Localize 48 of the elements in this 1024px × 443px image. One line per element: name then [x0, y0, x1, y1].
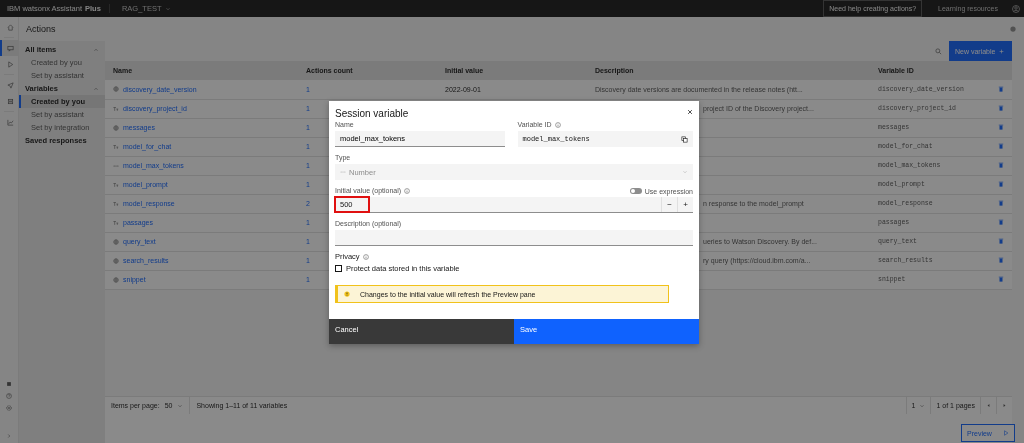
stack-icon	[6, 97, 14, 105]
description-field[interactable]	[335, 230, 693, 246]
text-type-icon	[113, 181, 119, 188]
warning-icon	[344, 291, 350, 297]
help-icon[interactable]	[6, 393, 12, 399]
play-icon	[1003, 430, 1009, 436]
trash-icon[interactable]	[998, 85, 1004, 92]
increment-button[interactable]: +	[677, 197, 693, 212]
info-icon	[404, 188, 411, 194]
text-type-icon	[113, 219, 119, 226]
trash-icon[interactable]	[998, 143, 1004, 149]
chevron-down-icon	[177, 402, 184, 409]
trash-icon[interactable]	[998, 257, 1004, 263]
checkbox[interactable]	[335, 265, 342, 272]
info-icon	[554, 122, 561, 128]
info-icon	[362, 254, 369, 260]
trash-icon[interactable]	[998, 276, 1004, 282]
text-type-icon	[113, 105, 119, 112]
chevron-down-icon	[682, 169, 688, 175]
text-type-icon	[113, 143, 119, 150]
user-icon[interactable]	[1012, 4, 1020, 13]
decrement-button[interactable]: −	[661, 197, 677, 212]
text-type-icon	[113, 200, 119, 207]
trash-icon[interactable]	[998, 181, 1004, 187]
plus-icon	[999, 48, 1004, 54]
rail-button[interactable]	[0, 40, 18, 56]
play-icon	[6, 60, 14, 68]
chart-icon	[6, 118, 14, 126]
trash-icon[interactable]	[998, 124, 1004, 130]
copy-icon[interactable]	[681, 135, 688, 143]
chat-icon	[6, 44, 14, 52]
search-icon[interactable]	[935, 47, 942, 55]
modal-title: Session variable	[335, 108, 409, 119]
trash-icon[interactable]	[998, 105, 1004, 111]
trash-icon[interactable]	[998, 219, 1004, 225]
chevron-down-icon	[165, 5, 172, 12]
chevron-down-icon	[919, 402, 926, 409]
chevron-right-icon[interactable]	[6, 433, 12, 439]
next-page-icon[interactable]	[1002, 403, 1007, 408]
home-icon	[6, 23, 14, 31]
close-icon[interactable]	[687, 109, 693, 115]
page-title: Actions	[26, 24, 56, 34]
trash-icon[interactable]	[998, 200, 1004, 206]
previous-page-icon[interactable]	[986, 403, 991, 408]
trash-icon[interactable]	[998, 162, 1004, 168]
toggle-switch[interactable]	[629, 188, 642, 194]
rocket-icon	[6, 81, 14, 89]
trash-icon[interactable]	[998, 238, 1004, 244]
